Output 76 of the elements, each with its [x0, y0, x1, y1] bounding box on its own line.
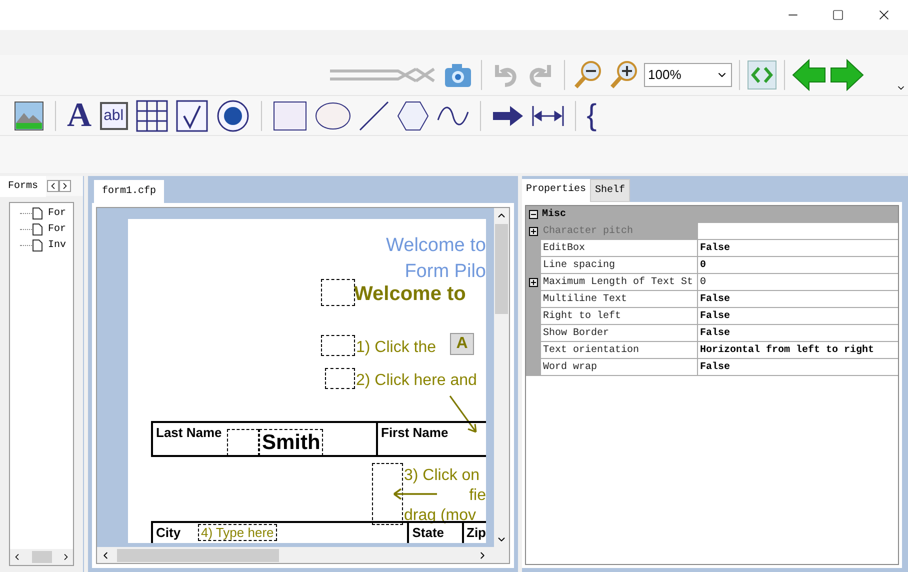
- instruction-text: 3) Click on: [404, 466, 480, 486]
- rectangle-tool-icon[interactable]: [272, 100, 307, 130]
- placeholder-frame: [321, 279, 355, 306]
- property-name: Show Border: [541, 325, 698, 342]
- collapse-icon[interactable]: [529, 210, 538, 219]
- property-name: Word wrap: [541, 359, 698, 376]
- table-tool-icon[interactable]: [136, 100, 168, 132]
- tree-item[interactable]: Inv: [48, 238, 66, 252]
- document-icon: [32, 206, 43, 220]
- scroll-right-icon[interactable]: [59, 180, 72, 192]
- radio-tool-icon[interactable]: [216, 98, 250, 132]
- property-name: Multiline Text: [541, 291, 698, 308]
- horizontal-scrollbar[interactable]: [10, 549, 73, 565]
- category-label: Misc: [542, 208, 566, 222]
- placeholder-frame: [321, 335, 355, 356]
- property-name: Line spacing: [541, 257, 698, 274]
- placeholder-frame: [325, 368, 355, 389]
- tree-item[interactable]: For: [48, 206, 66, 220]
- picture-tool-icon[interactable]: [14, 100, 44, 130]
- field-label: State: [409, 523, 464, 543]
- panel-tab[interactable]: Properties: [522, 179, 590, 202]
- back-arrow-icon[interactable]: [792, 59, 826, 91]
- field-label: First Name: [381, 424, 448, 442]
- brace-tool-icon[interactable]: {: [586, 98, 597, 132]
- property-value[interactable]: False: [698, 308, 898, 325]
- tree-item[interactable]: For: [48, 222, 66, 236]
- instruction-text: 2) Click here and: [356, 371, 477, 391]
- field-label: Last Name: [156, 424, 222, 442]
- property-value[interactable]: 0: [698, 257, 898, 274]
- scrollbar-thumb[interactable]: [32, 551, 52, 563]
- vertical-scrollbar[interactable]: [494, 208, 509, 547]
- curve-tool-icon[interactable]: [436, 104, 469, 128]
- instruction-text: 4) Type here: [198, 524, 277, 541]
- welcome-title: Form Pilo: [404, 260, 486, 284]
- maximize-icon[interactable]: [832, 9, 844, 21]
- property-value[interactable]: False: [698, 240, 898, 257]
- property-name: Maximum Length of Text St: [541, 274, 698, 291]
- arrow-tool-icon[interactable]: [492, 104, 524, 126]
- code-brackets-icon[interactable]: [747, 60, 777, 90]
- property-name: Text orientation: [541, 342, 698, 359]
- horizontal-scrollbar[interactable]: [97, 547, 509, 563]
- property-value[interactable]: Horizontal from left to right: [698, 342, 898, 359]
- forms-tab[interactable]: Forms: [0, 176, 46, 196]
- text-tool-badge: A: [450, 333, 474, 355]
- expand-icon[interactable]: [529, 278, 538, 287]
- property-value[interactable]: False: [698, 359, 898, 376]
- zoom-dropdown[interactable]: 100%: [644, 63, 732, 87]
- field-value: Smith: [259, 429, 324, 456]
- instruction-text: 1) Click the: [356, 338, 436, 358]
- checkbox-tool-icon[interactable]: [176, 100, 208, 132]
- document-icon: [32, 238, 43, 252]
- property-value[interactable]: False: [698, 325, 898, 342]
- document-tab[interactable]: form1.cfp: [94, 180, 164, 203]
- document-icon: [32, 222, 43, 236]
- forward-arrow-icon[interactable]: [830, 59, 864, 91]
- scrollbar-thumb[interactable]: [117, 548, 279, 562]
- text-tool-icon[interactable]: A: [67, 98, 92, 132]
- field-tool-icon[interactable]: abl: [100, 102, 128, 130]
- pointer-arrow: [392, 487, 438, 501]
- zoom-in-icon[interactable]: [608, 59, 640, 91]
- field-label: Zip: [466, 524, 486, 542]
- welcome-title: Welcome to: [386, 234, 486, 258]
- property-name: Right to left: [541, 308, 698, 325]
- dimension-tool-icon[interactable]: [532, 104, 564, 126]
- property-name: Character pitch: [541, 223, 698, 240]
- property-value[interactable]: False: [698, 291, 898, 308]
- property-name: EditBox: [541, 240, 698, 257]
- property-value[interactable]: 0: [698, 274, 898, 291]
- panel-tab[interactable]: Shelf: [590, 179, 630, 202]
- line-tool-icon[interactable]: [358, 100, 389, 130]
- welcome-heading: Welcome to: [354, 282, 466, 307]
- instruction-text: fie: [469, 486, 486, 506]
- ellipse-tool-icon[interactable]: [314, 102, 351, 130]
- scroll-left-icon[interactable]: [47, 180, 60, 192]
- scrollbar-thumb[interactable]: [495, 224, 508, 314]
- hexagon-tool-icon[interactable]: [396, 100, 429, 130]
